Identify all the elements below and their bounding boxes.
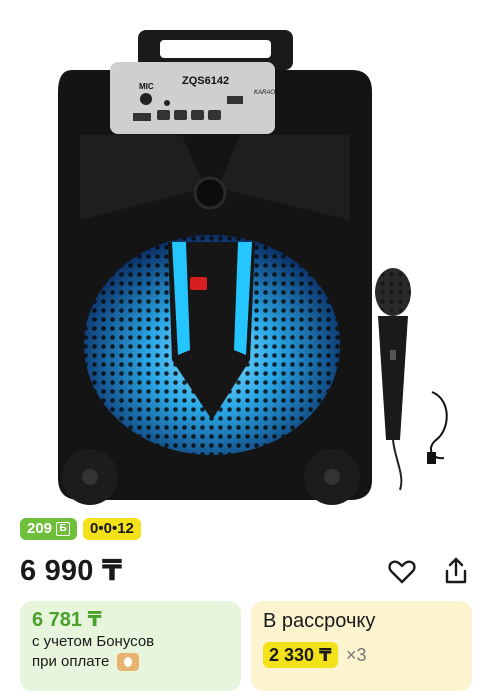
- badges-row: 209 Б 0•0•12: [20, 518, 141, 540]
- product-price: 6 990 ₸: [20, 555, 123, 587]
- mic-label: MIC: [139, 82, 154, 91]
- bonus-price-card[interactable]: 6 781 ₸ с учетом Бонусов при оплате: [20, 601, 241, 691]
- share-icon: [445, 557, 467, 584]
- speaker-image: ZQS6142 MIC KARAOKE: [58, 30, 448, 505]
- favorite-button[interactable]: [386, 555, 418, 587]
- installment-title: В рассрочку: [263, 610, 376, 632]
- payment-app-icon: [117, 653, 140, 672]
- model-label: ZQS6142: [182, 75, 229, 87]
- product-image[interactable]: ZQS6142 MIC KARAOKE: [0, 0, 492, 512]
- bonus-price: 6 781 ₸: [32, 609, 102, 631]
- bonus-note-line1: с учетом Бонусов: [32, 633, 155, 650]
- karaoke-label: KARAOKE: [254, 90, 284, 96]
- heart-icon: [388, 560, 416, 584]
- installment-badge-label: 0•0•12: [90, 520, 134, 537]
- payment-cards: 6 781 ₸ с учетом Бонусов при оплате В ра…: [20, 601, 472, 691]
- bonus-badge[interactable]: 209 Б: [20, 518, 78, 540]
- installment-badge[interactable]: 0•0•12: [83, 518, 141, 540]
- bonus-symbol: Б: [56, 522, 71, 536]
- price-row: 6 990 ₸: [20, 553, 472, 593]
- installment-amount: 2 330 ₸: [263, 642, 338, 668]
- installment-times: ×3: [346, 645, 367, 665]
- bonus-note-line2: при оплате: [32, 653, 110, 670]
- installment-card[interactable]: В рассрочку 2 330 ₸ ×3: [251, 601, 472, 691]
- bonus-count: 209: [27, 520, 53, 537]
- brand-logo: [190, 277, 207, 290]
- share-button[interactable]: [440, 555, 472, 587]
